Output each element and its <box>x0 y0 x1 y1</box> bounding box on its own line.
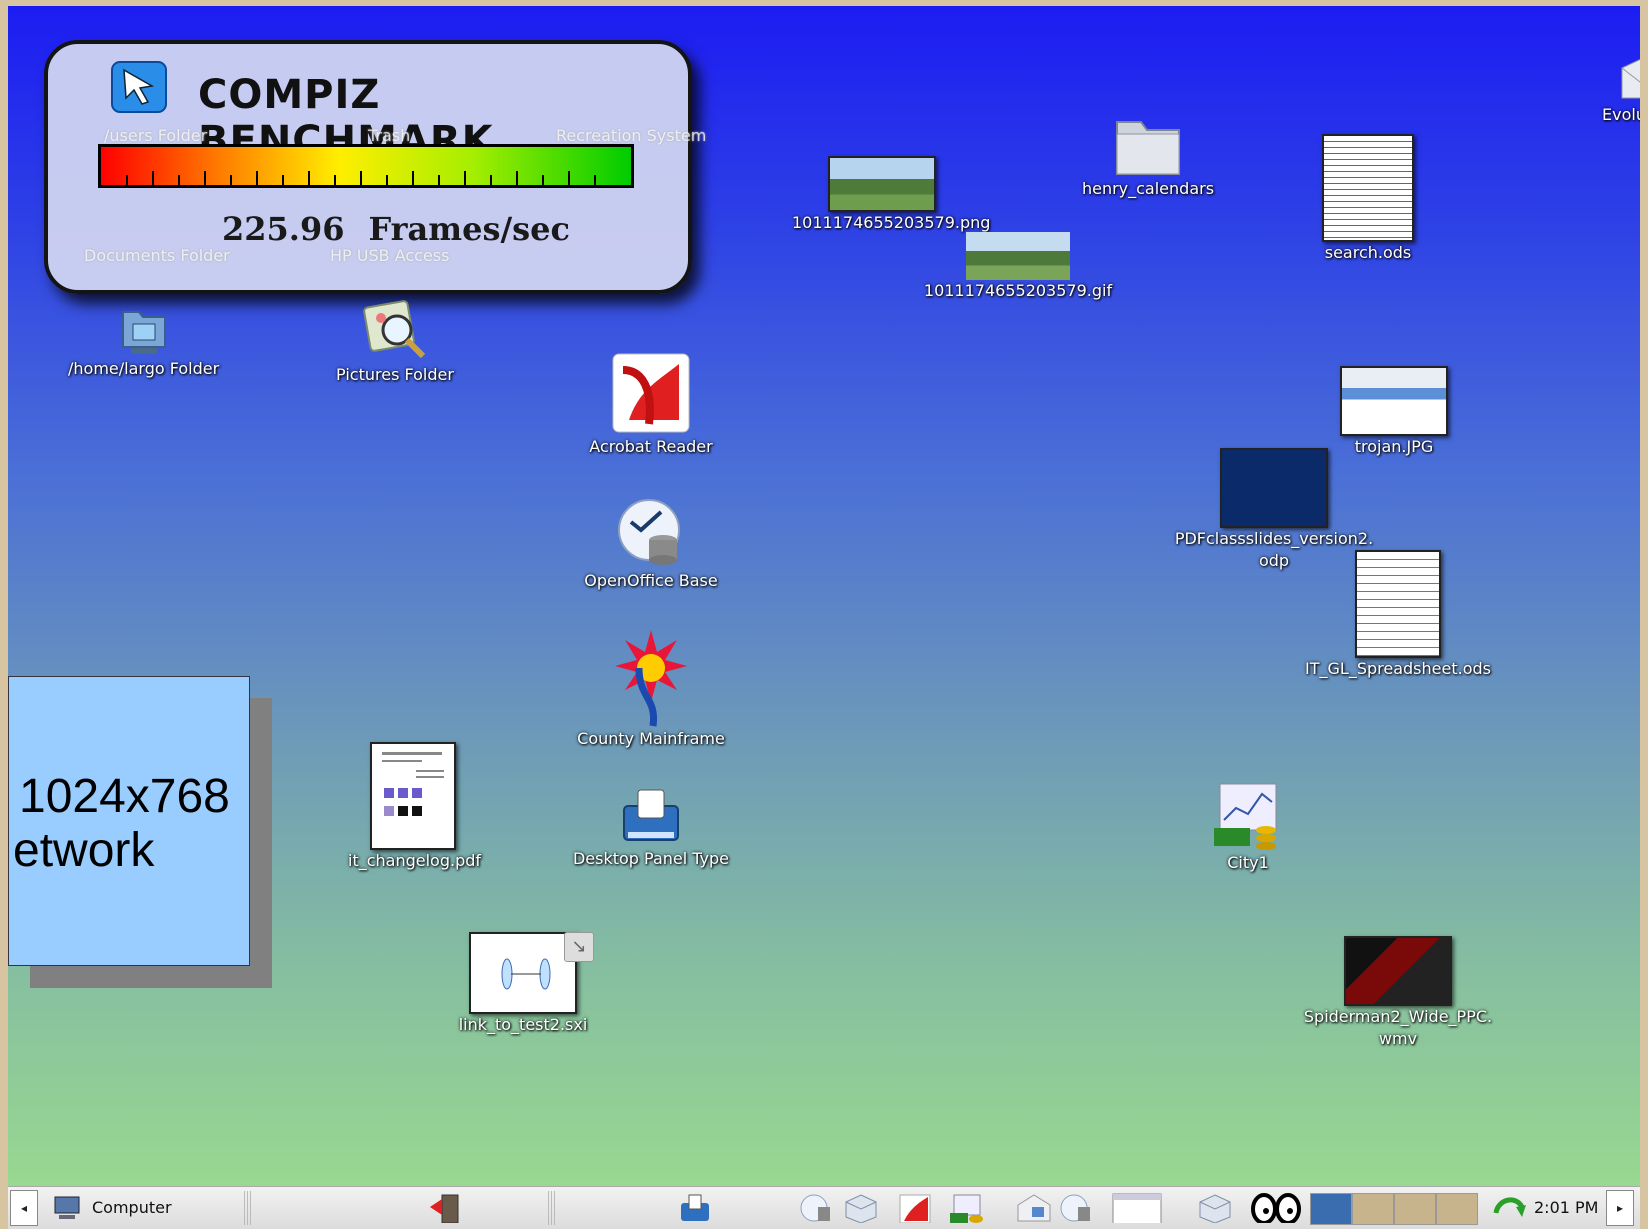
evolution-label: Evoluti <box>1602 105 1640 124</box>
spider-label-line1: Spiderman2_Wide_PPC. <box>1303 1007 1493 1026</box>
fps-unit: Frames/sec <box>368 210 570 248</box>
city1-icon-item[interactable]: City1 <box>1198 780 1298 874</box>
gif-photo-thumbnail <box>966 232 1070 280</box>
ghost-users-folder-label: /users Folder <box>104 126 208 145</box>
cube-launcher-icon[interactable] <box>844 1193 878 1223</box>
it-gl-spreadsheet-icon-item[interactable]: IT_GL_Spreadsheet.ods <box>1298 550 1498 680</box>
video-thumbnail-icon <box>1344 936 1452 1006</box>
ghost-trash-label: Trash <box>368 126 411 145</box>
panel-drag-handle-2[interactable] <box>548 1191 556 1225</box>
evolution-mail-icon <box>1621 58 1640 99</box>
itgl-label: IT_GL_Spreadsheet.ods <box>1305 659 1491 678</box>
ghost-documents-label: Documents Folder <box>84 246 230 265</box>
pictures-folder-label: Pictures Folder <box>336 365 454 384</box>
city-label: City1 <box>1227 853 1269 872</box>
henry-label: henry_calendars <box>1081 179 1215 198</box>
county-label: County Mainframe <box>577 729 725 748</box>
folder-icon <box>1116 121 1180 175</box>
acrobat-launcher-icon[interactable] <box>898 1193 932 1223</box>
oo-base-label: OpenOffice Base <box>584 571 718 590</box>
computer-icon[interactable] <box>52 1193 82 1223</box>
trojan-jpg-icon-item[interactable]: trojan.JPG <box>1324 366 1464 458</box>
workspace-2[interactable] <box>1352 1193 1394 1225</box>
oo-base-launcher-icon[interactable] <box>798 1193 834 1223</box>
henry-calendars-icon-item[interactable]: henry_calendars <box>1068 112 1228 200</box>
panel-drag-handle-1[interactable] <box>244 1191 252 1225</box>
changelog-label: it_changelog.pdf <box>348 851 482 870</box>
presentation-thumbnail-icon <box>1220 448 1328 528</box>
spiderman-wmv-icon-item[interactable]: Spiderman2_Wide_PPC. wmv <box>1288 936 1508 1050</box>
png-file-icon-item[interactable]: 1011174655203579.png <box>792 156 991 234</box>
pictures-magnifier-icon <box>363 300 426 359</box>
sxi-slide-preview <box>501 958 551 990</box>
desktop-panel-type-icon-item[interactable]: Desktop Panel Type <box>568 782 734 870</box>
search-ods-icon-item[interactable]: search.ods <box>1308 134 1428 264</box>
panel-applet-icon <box>623 789 679 841</box>
ledger-thumbnail-icon <box>1355 550 1441 658</box>
ghost-recreation-label: Recreation System <box>556 126 707 145</box>
desktop-panel-label: Desktop Panel Type <box>572 849 730 868</box>
changelog-pdf-icon-item[interactable]: it_changelog.pdf <box>348 742 482 872</box>
bottom-panel: ◂ Computer 2:01 PM ▸ <box>8 1186 1640 1229</box>
slide-network-text: etwork <box>13 824 155 877</box>
computer-menu-label[interactable]: Computer <box>92 1193 172 1223</box>
workspace-3[interactable] <box>1394 1193 1436 1225</box>
pdf-thumbnail-icon <box>370 742 456 850</box>
sxi-thumbnail-icon <box>469 932 577 1014</box>
pictures-folder-icon-item[interactable]: Pictures Folder <box>320 296 470 386</box>
panel-scroll-left-button[interactable]: ◂ <box>10 1190 38 1226</box>
county-mainframe-icon-item[interactable]: County Mainframe <box>568 628 734 750</box>
evolution-icon-item[interactable]: Evoluti <box>1578 48 1640 126</box>
panel-scroll-right-button[interactable]: ▸ <box>1606 1190 1634 1226</box>
workspace-1[interactable] <box>1310 1193 1352 1225</box>
fps-bar-ticks <box>126 171 596 185</box>
eyes-applet-icon[interactable] <box>1250 1193 1302 1223</box>
update-arrow-icon[interactable] <box>1492 1193 1528 1223</box>
slide-resolution-text: 1024x768 <box>19 770 230 823</box>
spreadsheet-thumbnail-icon <box>1322 134 1414 242</box>
county-sunburst-icon <box>615 630 687 727</box>
compiz-benchmark-panel: COMPIZ BENCHMARK /users Folder Trash Rec… <box>44 40 706 294</box>
search-label: search.ods <box>1324 243 1412 262</box>
acrobat-reader-icon-item[interactable]: Acrobat Reader <box>568 350 734 458</box>
fps-value: 225.96 <box>222 210 345 248</box>
fps-gradient-bar <box>98 144 634 188</box>
window-thumbnail-icon[interactable] <box>1112 1193 1162 1223</box>
gif-file-label: 1011174655203579.gif <box>923 281 1113 300</box>
desktop[interactable]: COMPIZ BENCHMARK /users Folder Trash Rec… <box>8 6 1640 1186</box>
database-icon <box>618 499 680 565</box>
ghost-hp-usb-label: HP USB Access <box>330 246 450 265</box>
clock[interactable]: 2:01 PM <box>1534 1193 1598 1223</box>
acrobat-icon <box>612 353 690 433</box>
finance-chart-icon <box>1214 783 1277 850</box>
gif-file-icon-item[interactable]: 1011174655203579.gif <box>918 232 1118 302</box>
cube-launcher-icon-2[interactable] <box>1198 1193 1232 1223</box>
spider-label-line2: wmv <box>1378 1029 1418 1048</box>
compiz-cursor-icon <box>111 61 167 113</box>
home-folder-icon-item[interactable]: /home/largo Folder <box>68 302 220 380</box>
png-photo-thumbnail <box>828 156 936 212</box>
acrobat-label: Acrobat Reader <box>589 437 713 456</box>
workspace-4[interactable] <box>1436 1193 1478 1225</box>
openoffice-base-icon-item[interactable]: OpenOffice Base <box>568 494 734 592</box>
screen-frame: COMPIZ BENCHMARK /users Folder Trash Rec… <box>0 0 1648 1228</box>
pdfclass-label-line1: PDFclassslides_version2. <box>1174 529 1374 548</box>
folder-network-icon <box>122 311 166 354</box>
email-launcher-icon[interactable] <box>1016 1193 1052 1223</box>
home-folder-label: /home/largo Folder <box>68 359 220 378</box>
fps-readout: 225.96 Frames/sec <box>222 210 570 248</box>
pdf-page-preview <box>382 752 444 816</box>
symlink-arrow-icon: ↘ <box>564 932 594 962</box>
presentation-slide-box: 1024x768 etwork <box>8 676 250 966</box>
panel-launcher-icon[interactable] <box>678 1193 712 1223</box>
oo-base-launcher-icon-2[interactable] <box>1058 1193 1094 1223</box>
screenshot-thumbnail-icon <box>1340 366 1448 436</box>
link-test-label: link_to_test2.sxi <box>458 1015 588 1034</box>
logout-door-icon[interactable] <box>428 1193 462 1223</box>
png-file-label: 1011174655203579.png <box>792 213 991 232</box>
city-launcher-icon[interactable] <box>948 1193 986 1223</box>
